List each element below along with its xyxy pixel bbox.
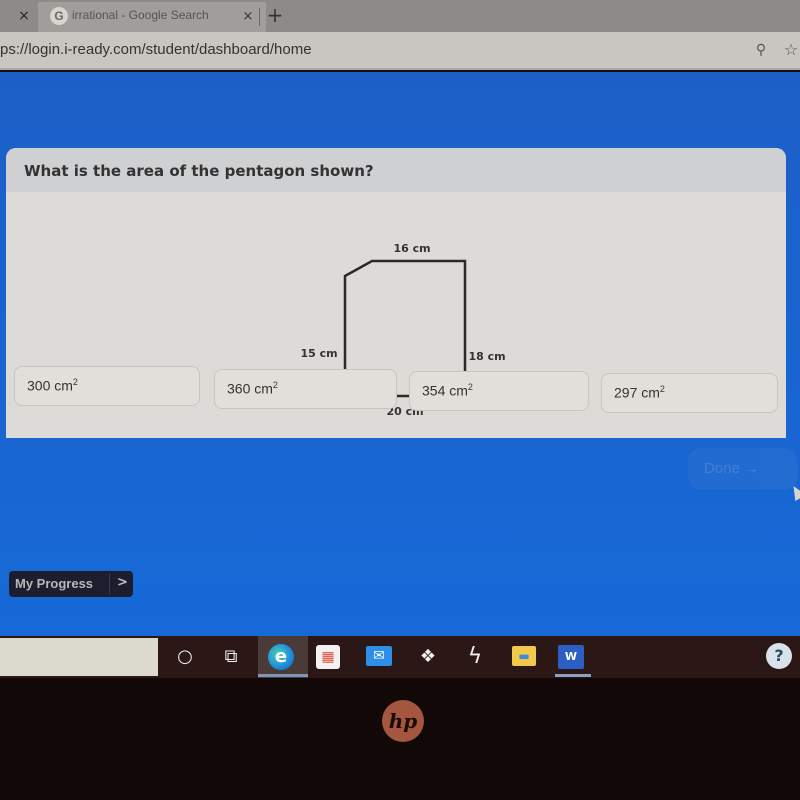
taskbar-search-box[interactable] xyxy=(0,638,158,676)
progress-separator xyxy=(109,573,110,595)
close-icon[interactable]: × xyxy=(14,6,34,26)
my-progress-label: My Progress xyxy=(15,576,94,591)
hp-logo: hp xyxy=(382,700,424,742)
answer-choice-2[interactable]: 360 cm2 xyxy=(214,369,397,409)
answer-choice-3[interactable]: 354 cm2 xyxy=(409,371,589,411)
task-view-icon[interactable]: ⧉ xyxy=(216,642,246,672)
store-icon[interactable]: ▦ xyxy=(316,645,340,669)
new-tab-button[interactable]: + xyxy=(264,4,286,26)
answer-choice-text: 354 cm2 xyxy=(422,382,473,399)
url-text[interactable]: ps://login.i-ready.com/student/dashboard… xyxy=(0,41,312,58)
tab-close-icon[interactable]: × xyxy=(238,7,258,27)
file-explorer-icon[interactable]: ▬ xyxy=(512,646,536,666)
tab-title: irrational - Google Search xyxy=(72,8,209,22)
chevron-right-icon[interactable]: > xyxy=(117,575,128,590)
done-button[interactable]: Done → xyxy=(688,448,798,490)
label-right: 18 cm xyxy=(468,350,505,363)
edge-running-indicator xyxy=(258,674,308,677)
google-g-icon: G xyxy=(50,7,68,25)
browser-tab-strip: × G irrational - Google Search × + xyxy=(0,0,800,32)
answer-choice-text: 297 cm2 xyxy=(614,384,665,401)
cortana-icon[interactable]: ○ xyxy=(170,642,200,672)
mail-icon[interactable]: ✉ xyxy=(366,646,392,666)
i-ready-page: What is the area of the pentagon shown? … xyxy=(0,72,800,636)
question-prompt: What is the area of the pentagon shown? xyxy=(24,162,374,180)
answer-choice-text: 300 cm2 xyxy=(27,377,78,394)
answer-choices: 300 cm2 360 cm2 354 cm2 297 cm2 xyxy=(0,366,800,426)
answer-choice-text: 360 cm2 xyxy=(227,380,278,397)
help-icon[interactable]: ? xyxy=(766,643,792,669)
app-bolt-icon[interactable]: ϟ xyxy=(460,642,490,672)
screen: × G irrational - Google Search × + ps://… xyxy=(0,0,800,800)
key-icon[interactable]: ⚲ xyxy=(752,42,770,60)
address-bar[interactable]: ps://login.i-ready.com/student/dashboard… xyxy=(0,32,800,70)
tab-google-search[interactable]: G irrational - Google Search × xyxy=(38,2,266,32)
label-top: 16 cm xyxy=(393,242,430,255)
my-progress-button[interactable]: My Progress > xyxy=(9,571,133,597)
windows-taskbar: ○ ⧉ e ▦ ✉ ❖ ϟ ▬ W ? xyxy=(0,636,800,678)
answer-choice-1[interactable]: 300 cm2 xyxy=(14,366,200,406)
favorite-star-icon[interactable]: ☆ xyxy=(782,40,800,59)
word-icon[interactable]: W xyxy=(558,645,584,669)
question-header: What is the area of the pentagon shown? xyxy=(6,148,786,192)
answer-choice-4[interactable]: 297 cm2 xyxy=(601,373,778,413)
edge-icon[interactable]: e xyxy=(268,644,294,670)
dropbox-icon[interactable]: ❖ xyxy=(413,642,443,672)
label-left: 15 cm xyxy=(300,347,337,360)
word-running-indicator xyxy=(555,674,591,677)
tab-separator xyxy=(259,8,260,26)
done-button-label: Done → xyxy=(704,460,760,477)
